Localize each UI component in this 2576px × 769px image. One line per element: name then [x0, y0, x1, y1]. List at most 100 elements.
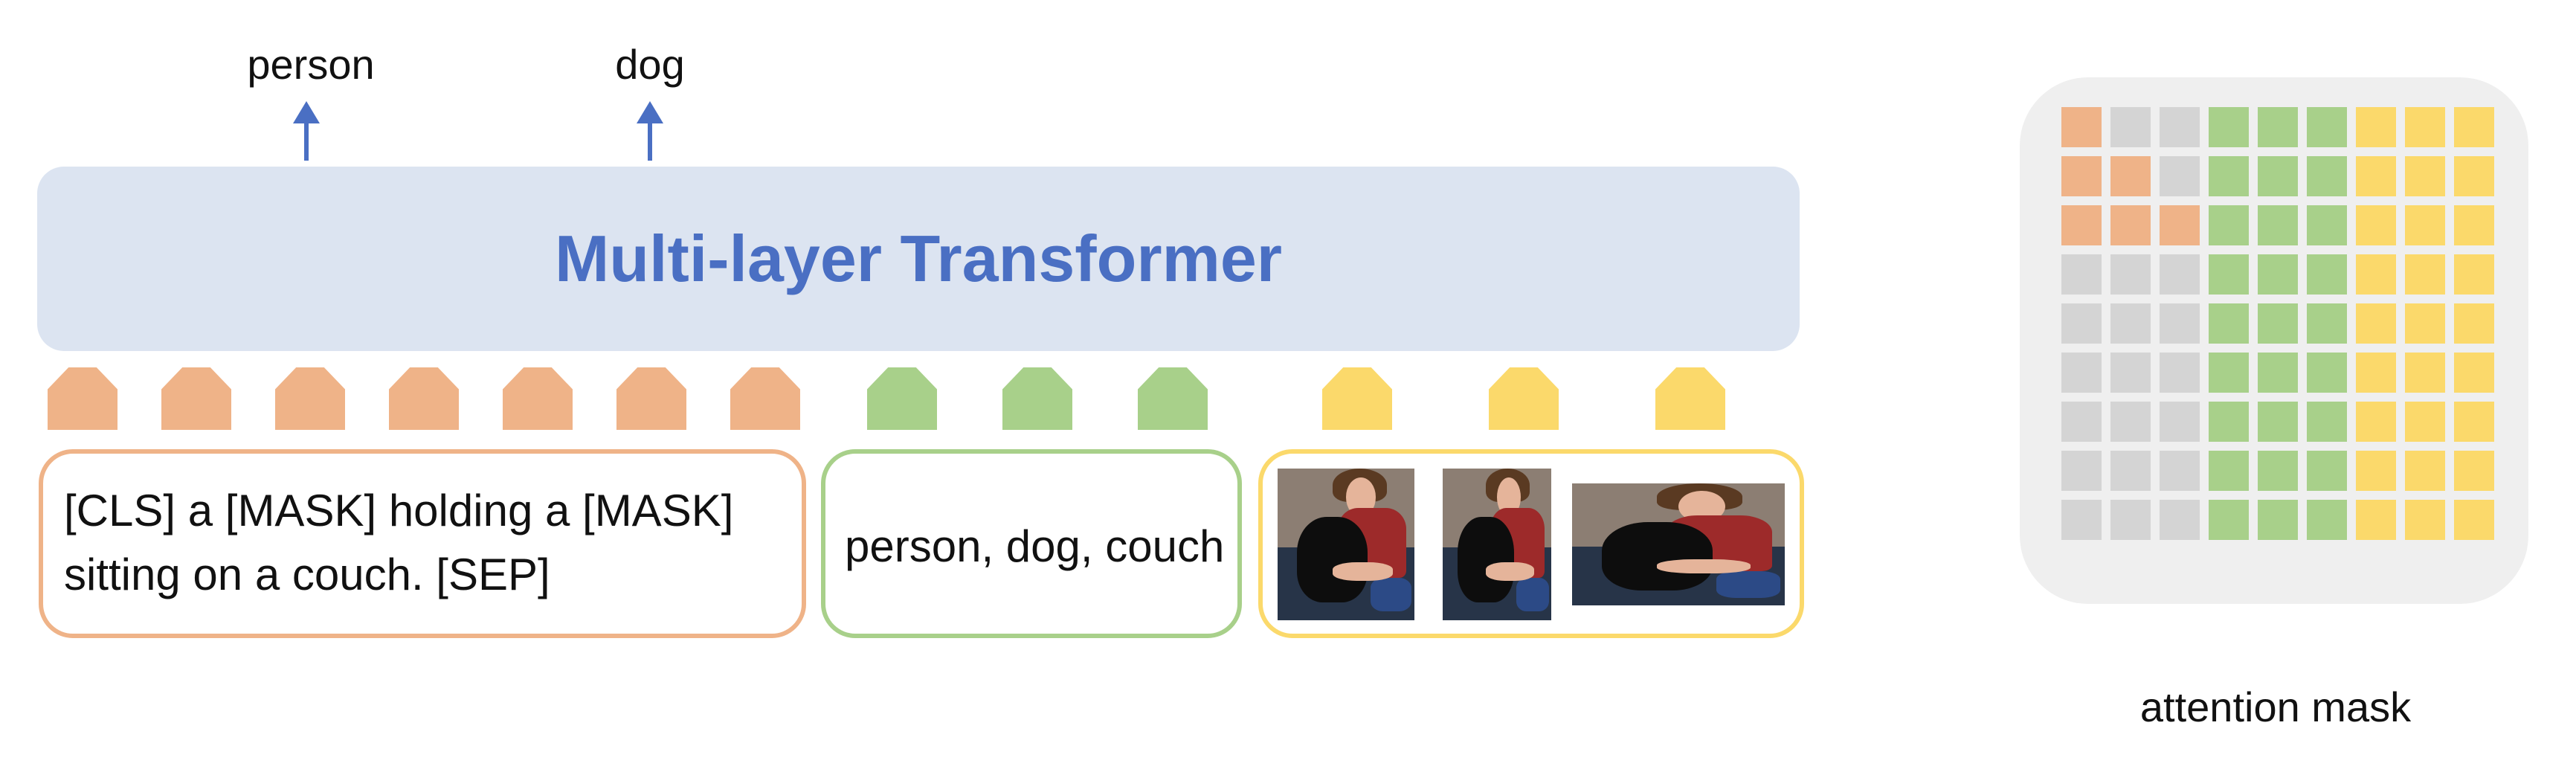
text-line-2: sitting on a couch. [SEP]	[64, 550, 550, 599]
attention-mask-cell	[2356, 156, 2396, 196]
attention-mask-cell	[2454, 353, 2494, 393]
attention-mask-cell	[2258, 500, 2298, 540]
attention-mask-cell	[2110, 451, 2151, 491]
image-region-3	[1572, 483, 1785, 605]
tag-input-box: person, dog, couch	[821, 449, 1242, 638]
attention-mask-cell	[2454, 107, 2494, 147]
transformer-block: Multi-layer Transformer	[37, 167, 1800, 351]
attention-mask-cell	[2110, 500, 2151, 540]
attention-mask-cell	[2405, 303, 2445, 344]
attention-mask-panel	[2020, 77, 2528, 604]
attention-mask-cell	[2405, 156, 2445, 196]
output-arrow-dog	[648, 120, 652, 161]
attention-mask-cell	[2209, 156, 2249, 196]
attention-mask-cell	[2356, 500, 2396, 540]
attention-mask-cell	[2209, 500, 2249, 540]
attention-mask-cell	[2454, 156, 2494, 196]
attention-mask-cell	[2061, 303, 2102, 344]
attention-mask-cell	[2160, 303, 2200, 344]
attention-mask-cell	[2307, 500, 2347, 540]
attention-mask-cell	[2405, 500, 2445, 540]
attention-mask-cell	[2110, 156, 2151, 196]
attention-mask-cell	[2454, 303, 2494, 344]
attention-mask-cell	[2061, 205, 2102, 245]
output-arrow-person	[304, 120, 309, 161]
attention-mask-cell	[2454, 451, 2494, 491]
attention-mask-cell	[2258, 156, 2298, 196]
attention-mask-cell	[2160, 107, 2200, 147]
image-region-1	[1278, 469, 1414, 620]
attention-mask-cell	[2356, 303, 2396, 344]
attention-mask-cell	[2110, 254, 2151, 295]
tag-token	[1138, 367, 1208, 430]
attention-mask-cell	[2356, 205, 2396, 245]
attention-mask-cell	[2356, 107, 2396, 147]
attention-mask-cell	[2160, 205, 2200, 245]
attention-mask-cell	[2160, 402, 2200, 442]
attention-mask-cell	[2110, 107, 2151, 147]
attention-mask-cell	[2258, 303, 2298, 344]
attention-mask-cell	[2160, 353, 2200, 393]
attention-mask-cell	[2307, 303, 2347, 344]
attention-mask-cell	[2110, 303, 2151, 344]
tag-token	[867, 367, 937, 430]
attention-mask-cell	[2307, 156, 2347, 196]
attention-mask-cell	[2258, 451, 2298, 491]
attention-mask-cell	[2110, 205, 2151, 245]
text-token	[275, 367, 345, 430]
attention-mask-cell	[2160, 254, 2200, 295]
attention-mask-cell	[2160, 500, 2200, 540]
attention-mask-cell	[2454, 402, 2494, 442]
attention-mask-cell	[2258, 353, 2298, 393]
attention-mask-cell	[2209, 303, 2249, 344]
image-token	[1489, 367, 1559, 430]
attention-mask-cell	[2307, 353, 2347, 393]
output-label-person: person	[247, 41, 375, 88]
text-token	[730, 367, 800, 430]
attention-mask-cell	[2405, 205, 2445, 245]
attention-mask-cell	[2061, 451, 2102, 491]
text-input-box: [CLS] a [MASK] holding a [MASK] sitting …	[39, 449, 806, 638]
tag-text: person, dog, couch	[845, 521, 1225, 571]
attention-mask-cell	[2209, 353, 2249, 393]
attention-mask-cell	[2061, 500, 2102, 540]
attention-mask-cell	[2356, 402, 2396, 442]
attention-mask-cell	[2258, 107, 2298, 147]
attention-mask-cell	[2307, 402, 2347, 442]
attention-mask-cell	[2209, 254, 2249, 295]
text-token	[503, 367, 573, 430]
text-token	[389, 367, 459, 430]
attention-mask-label: attention mask	[2139, 683, 2412, 730]
attention-mask-cell	[2356, 254, 2396, 295]
attention-mask-cell	[2110, 353, 2151, 393]
attention-mask-cell	[2307, 254, 2347, 295]
attention-mask-cell	[2061, 402, 2102, 442]
attention-mask-cell	[2209, 402, 2249, 442]
text-line-1: [CLS] a [MASK] holding a [MASK]	[64, 486, 734, 535]
attention-mask-cell	[2209, 107, 2249, 147]
attention-mask-cell	[2454, 254, 2494, 295]
attention-mask-cell	[2160, 451, 2200, 491]
image-token	[1322, 367, 1392, 430]
attention-mask-cell	[2307, 205, 2347, 245]
attention-mask-cell	[2209, 205, 2249, 245]
attention-mask-cell	[2405, 254, 2445, 295]
attention-mask-cell	[2110, 402, 2151, 442]
attention-mask-cell	[2307, 451, 2347, 491]
transformer-title: Multi-layer Transformer	[554, 222, 1283, 295]
attention-mask-cell	[2209, 451, 2249, 491]
attention-mask-cell	[2258, 205, 2298, 245]
tag-token	[1002, 367, 1072, 430]
attention-mask-cell	[2405, 402, 2445, 442]
attention-mask-cell	[2405, 451, 2445, 491]
image-token	[1655, 367, 1725, 430]
output-label-dog: dog	[615, 41, 685, 88]
attention-mask-cell	[2405, 353, 2445, 393]
text-token	[161, 367, 231, 430]
attention-mask-cell	[2061, 107, 2102, 147]
text-token	[616, 367, 686, 430]
attention-mask-cell	[2307, 107, 2347, 147]
attention-mask-cell	[2160, 156, 2200, 196]
attention-mask-cell	[2258, 402, 2298, 442]
attention-mask-cell	[2356, 353, 2396, 393]
